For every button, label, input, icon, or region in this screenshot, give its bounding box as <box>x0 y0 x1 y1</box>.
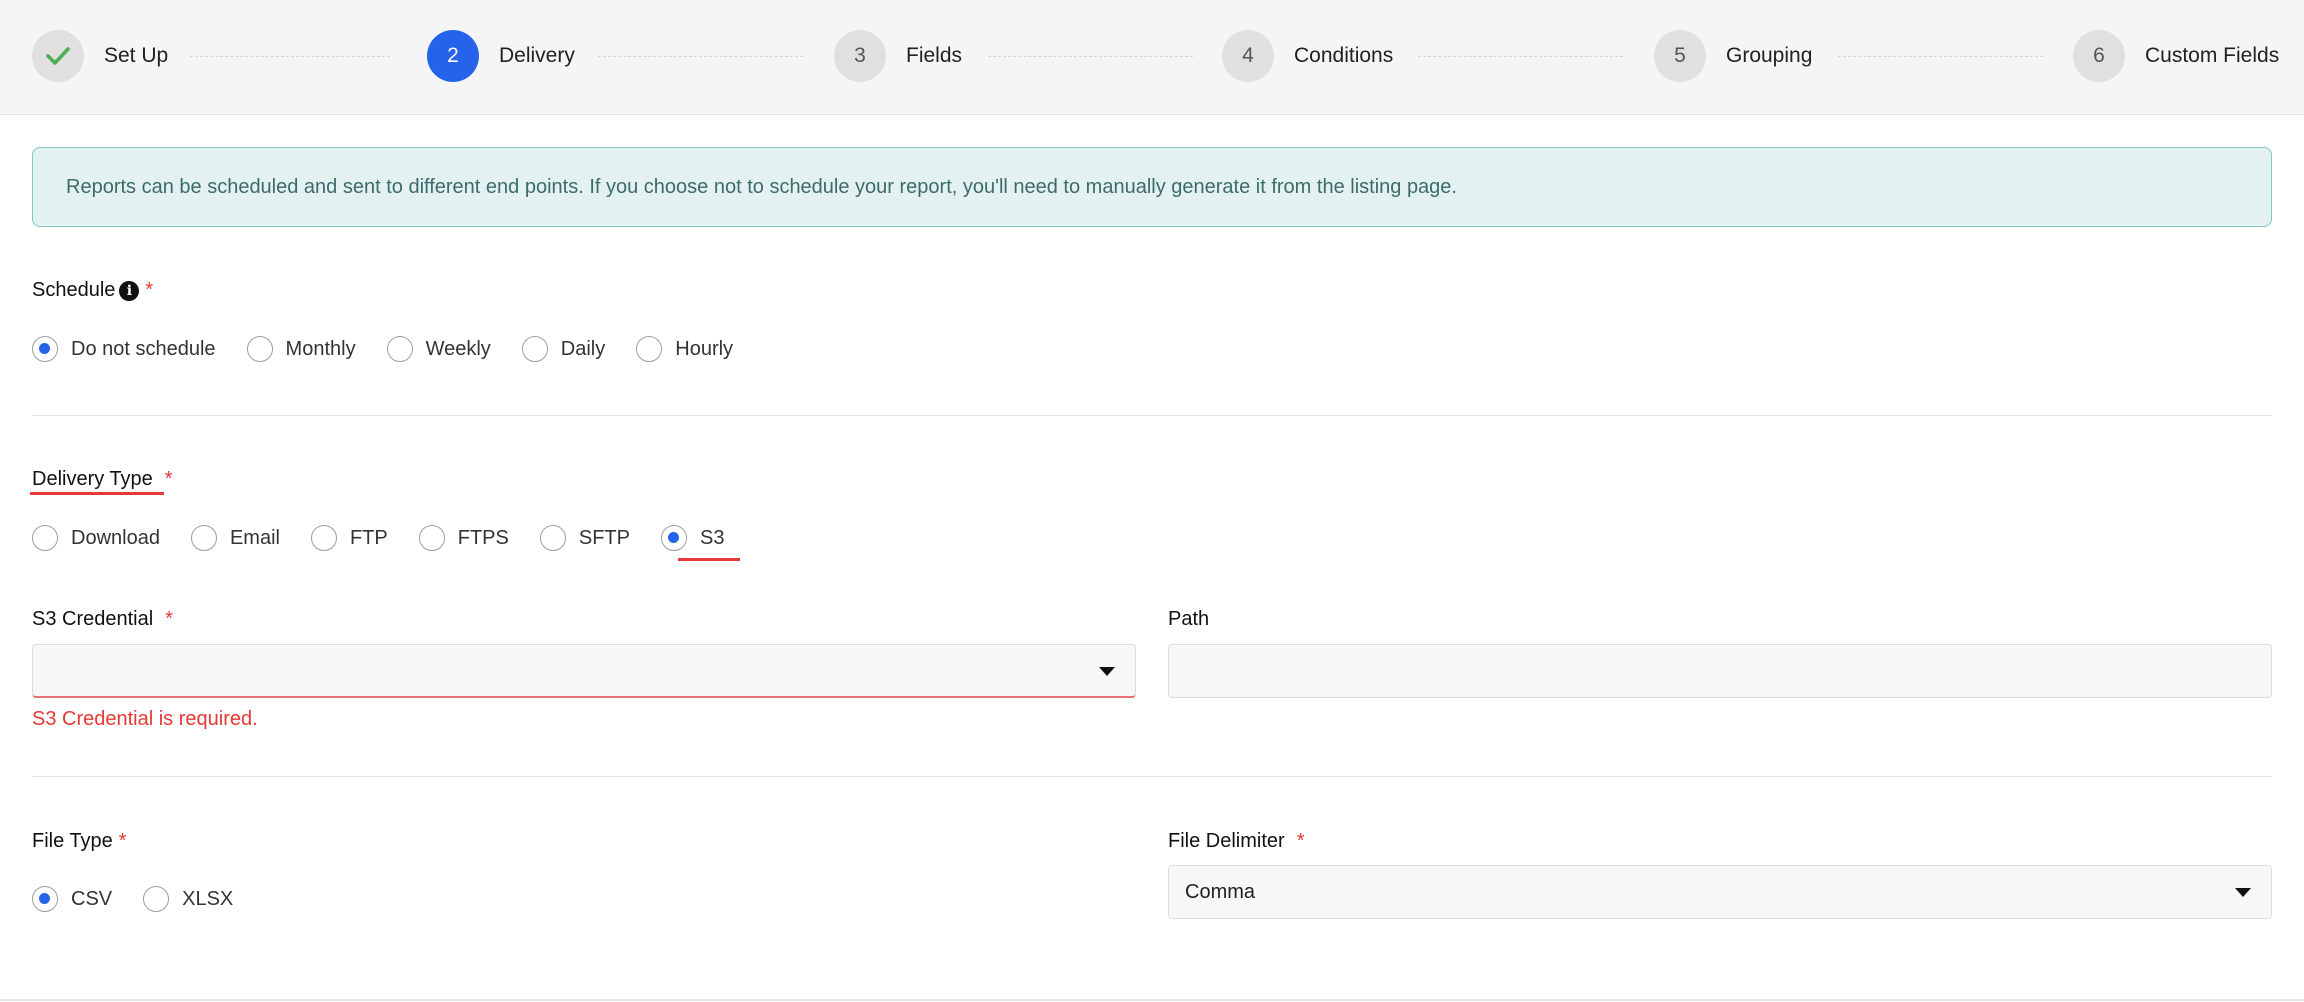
step-label: Grouping <box>1726 44 1813 67</box>
file-type-option-csv[interactable]: CSV <box>32 886 112 912</box>
info-banner: Reports can be scheduled and sent to dif… <box>32 147 2272 227</box>
file-type-option-xlsx[interactable]: XLSX <box>143 886 233 912</box>
step-number: 5 <box>1654 30 1706 82</box>
path-input[interactable] <box>1168 644 2272 698</box>
delivery-option-ftp[interactable]: FTP <box>310 525 388 551</box>
step-connector <box>988 56 1193 57</box>
radio-button[interactable] <box>32 336 58 362</box>
file-type-radio-group: CSV XLSX <box>32 886 233 912</box>
radio-button[interactable] <box>418 525 445 551</box>
step-label: Fields <box>906 44 963 67</box>
s3-credential-label: S3 Credential * <box>32 608 173 631</box>
radio-button[interactable] <box>521 336 548 362</box>
radio-button[interactable] <box>539 525 566 551</box>
delivery-option-sftp[interactable]: SFTP <box>539 525 630 551</box>
radio-button[interactable] <box>310 525 337 551</box>
required-marker: * <box>1296 830 1305 852</box>
radio-button[interactable] <box>636 336 663 362</box>
step-label: Custom Fields <box>2145 44 2280 67</box>
info-banner-text: Reports can be scheduled and sent to dif… <box>66 175 1457 198</box>
schedule-option-daily[interactable]: Daily <box>521 336 605 362</box>
step-number: 6 <box>2073 30 2125 82</box>
step-number: 4 <box>1222 30 1274 82</box>
delivery-type-error-underline <box>30 492 164 495</box>
step-connector <box>1418 56 1623 57</box>
radio-button[interactable] <box>246 336 273 362</box>
required-marker: * <box>118 830 127 852</box>
step-label: Delivery <box>499 44 575 67</box>
schedule-option-weekly[interactable]: Weekly <box>386 336 491 362</box>
path-label: Path <box>1168 608 1209 631</box>
check-icon <box>32 30 84 82</box>
section-divider <box>32 776 2272 777</box>
radio-button[interactable] <box>32 886 58 912</box>
delivery-option-s3[interactable]: S3 <box>661 525 724 551</box>
file-delimiter-label-text: File Delimiter <box>1168 830 1285 852</box>
delivery-type-label: Delivery Type * <box>32 468 173 491</box>
schedule-label: Schedule i * <box>32 279 153 302</box>
step-number: 2 <box>427 30 479 82</box>
delivery-type-label-text: Delivery Type <box>32 468 153 490</box>
section-divider <box>32 415 2272 416</box>
required-marker: * <box>164 468 173 490</box>
delivery-option-email[interactable]: Email <box>190 525 280 551</box>
radio-button[interactable] <box>661 525 687 551</box>
s3-credential-label-text: S3 Credential <box>32 608 154 630</box>
step-grouping[interactable]: 5 Grouping <box>1654 30 1812 82</box>
radio-button[interactable] <box>32 525 58 551</box>
file-delimiter-select[interactable]: Comma <box>1168 865 2272 919</box>
step-delivery[interactable]: 2 Delivery <box>427 30 575 82</box>
radio-button[interactable] <box>143 886 170 912</box>
s3-credential-error: S3 Credential is required. <box>32 708 258 730</box>
file-delimiter-value: Comma <box>1185 880 1256 903</box>
required-marker: * <box>145 279 154 301</box>
caret-down-icon <box>1099 667 1115 676</box>
file-type-label: File Type * <box>32 830 127 853</box>
caret-down-icon <box>2235 888 2251 897</box>
file-type-label-text: File Type <box>32 830 113 852</box>
schedule-option-hourly[interactable]: Hourly <box>636 336 733 362</box>
schedule-label-text: Schedule <box>32 279 116 301</box>
info-icon[interactable]: i <box>119 280 140 301</box>
step-setup[interactable]: Set Up <box>32 30 168 82</box>
delivery-option-download[interactable]: Download <box>32 525 160 551</box>
step-fields[interactable]: 3 Fields <box>834 30 962 82</box>
step-label: Set Up <box>104 44 169 67</box>
step-connector <box>598 56 803 57</box>
required-marker: * <box>165 608 173 630</box>
schedule-option-do-not-schedule[interactable]: Do not schedule <box>32 336 216 362</box>
radio-button[interactable] <box>386 336 413 362</box>
schedule-radio-group: Do not schedule Monthly Weekly Daily Hou… <box>32 336 733 362</box>
delivery-option-ftps[interactable]: FTPS <box>418 525 509 551</box>
wizard-stepper: Set Up 2 Delivery 3 Fields 4 Conditions … <box>0 0 2304 115</box>
s3-option-underline <box>678 558 740 561</box>
file-delimiter-label: File Delimiter * <box>1168 830 1304 853</box>
step-custom-fields[interactable]: 6 Custom Fields <box>2073 30 2279 82</box>
step-number: 3 <box>834 30 886 82</box>
schedule-option-monthly[interactable]: Monthly <box>246 336 356 362</box>
step-connector <box>1838 56 2043 57</box>
step-conditions[interactable]: 4 Conditions <box>1222 30 1393 82</box>
delivery-type-radio-group: Download Email FTP FTPS SFTP S3 <box>32 525 724 551</box>
page-bottom-border <box>0 999 2304 1001</box>
radio-button[interactable] <box>190 525 217 551</box>
s3-credential-select[interactable] <box>32 644 1136 698</box>
step-connector <box>190 56 390 57</box>
step-label: Conditions <box>1294 44 1394 67</box>
path-label-text: Path <box>1168 608 1210 630</box>
